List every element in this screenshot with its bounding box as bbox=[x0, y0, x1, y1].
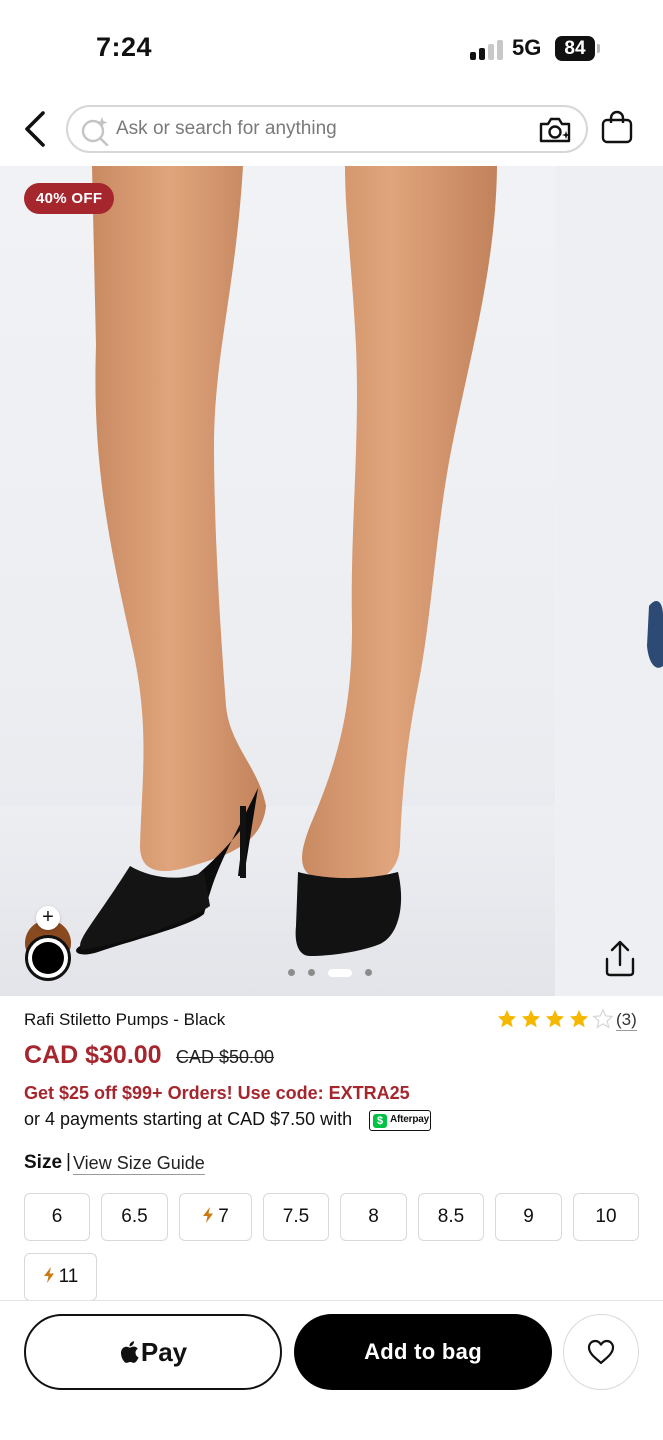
product-title: Rafi Stiletto Pumps - Black bbox=[24, 1010, 226, 1029]
size-option-7[interactable]: 7 bbox=[179, 1193, 252, 1241]
review-count-link[interactable]: (3) bbox=[616, 1010, 637, 1031]
afterpay-badge-label: Afterpay bbox=[390, 1114, 429, 1125]
share-icon bbox=[605, 940, 635, 977]
size-option-label: 9 bbox=[523, 1206, 534, 1227]
next-product-image[interactable] bbox=[557, 166, 663, 996]
network-label: 5G bbox=[512, 35, 542, 60]
star-filled-icon bbox=[545, 1009, 565, 1028]
signal-icon bbox=[470, 38, 504, 60]
heart-icon bbox=[587, 1339, 615, 1365]
status-bar: 7:24 5G 84 bbox=[0, 0, 663, 96]
size-guide-link[interactable]: View Size Guide bbox=[73, 1153, 205, 1175]
battery-cap bbox=[597, 44, 600, 53]
size-separator: | bbox=[66, 1151, 71, 1172]
lightning-icon bbox=[203, 1207, 214, 1223]
search-header bbox=[0, 96, 663, 166]
size-option-8[interactable]: 8 bbox=[340, 1193, 407, 1241]
afterpay-logo-icon: $ bbox=[373, 1114, 387, 1128]
shopping-bag-button[interactable] bbox=[600, 110, 634, 146]
wishlist-button[interactable] bbox=[563, 1314, 639, 1390]
size-option-8-5[interactable]: 8.5 bbox=[418, 1193, 484, 1241]
size-option-label: 8 bbox=[368, 1206, 379, 1227]
shopping-bag-icon bbox=[601, 110, 633, 144]
star-empty-icon bbox=[592, 1008, 614, 1029]
size-option-6-5[interactable]: 6.5 bbox=[101, 1193, 168, 1241]
size-option-label: 10 bbox=[595, 1206, 617, 1227]
size-option-label: 6 bbox=[51, 1206, 63, 1227]
search-bar[interactable] bbox=[66, 105, 588, 153]
size-option-7-5[interactable]: 7.5 bbox=[263, 1193, 329, 1241]
bottom-action-bar: Pay Add to bag bbox=[0, 1300, 663, 1440]
star-filled-icon bbox=[569, 1009, 589, 1028]
add-to-bag-button[interactable]: Add to bag bbox=[294, 1314, 552, 1390]
camera-icon[interactable] bbox=[538, 116, 572, 144]
size-option-label: 11 bbox=[58, 1266, 79, 1287]
size-option-6[interactable]: 6 bbox=[24, 1193, 90, 1241]
apple-pay-button[interactable]: Pay bbox=[24, 1314, 282, 1390]
promo-banner: Get $25 off $99+ Orders! Use code: EXTRA… bbox=[24, 1083, 410, 1103]
size-option-9[interactable]: 9 bbox=[495, 1193, 562, 1241]
share-button[interactable] bbox=[601, 939, 639, 979]
chevron-left-icon bbox=[25, 111, 45, 147]
afterpay-text: or 4 payments starting at CAD $7.50 with bbox=[24, 1109, 353, 1129]
discount-badge: 40% OFF bbox=[24, 183, 115, 214]
size-label: Size bbox=[24, 1152, 63, 1173]
star-filled-icon bbox=[497, 1009, 517, 1028]
apple-logo-icon bbox=[120, 1341, 139, 1363]
ai-search-icon bbox=[81, 117, 109, 146]
original-price: CAD $50.00 bbox=[176, 1047, 275, 1067]
size-option-label: 8.5 bbox=[437, 1206, 465, 1227]
next-photo-illustration bbox=[647, 601, 663, 668]
pagination-dot-active bbox=[328, 969, 352, 977]
size-option-label: 6.5 bbox=[121, 1206, 148, 1227]
swatch-black[interactable] bbox=[25, 935, 71, 981]
status-time: 7:24 bbox=[96, 32, 153, 62]
star-filled-icon bbox=[521, 1009, 541, 1028]
back-button[interactable] bbox=[16, 106, 56, 152]
product-image[interactable] bbox=[0, 166, 555, 996]
battery-icon: 84 bbox=[555, 36, 595, 61]
afterpay-badge[interactable]: $ Afterpay bbox=[369, 1110, 431, 1131]
pagination-dot bbox=[308, 969, 315, 976]
size-option-label: 7 bbox=[218, 1206, 229, 1227]
color-swatches[interactable]: + bbox=[24, 906, 74, 986]
product-image-gallery[interactable]: 40% OFF + bbox=[0, 166, 663, 996]
size-option-label: 7.5 bbox=[282, 1206, 310, 1227]
pagination-dot bbox=[365, 969, 372, 976]
apple-pay-label: Pay bbox=[140, 1337, 188, 1367]
product-photo-illustration bbox=[0, 166, 555, 996]
size-option-11[interactable]: 11 bbox=[24, 1253, 97, 1301]
lightning-icon bbox=[43, 1267, 54, 1283]
search-input[interactable] bbox=[116, 107, 526, 151]
more-colors-icon[interactable]: + bbox=[36, 906, 60, 930]
pagination-dot bbox=[288, 969, 295, 976]
size-option-10[interactable]: 10 bbox=[573, 1193, 639, 1241]
sale-price: CAD $30.00 bbox=[24, 1041, 162, 1069]
